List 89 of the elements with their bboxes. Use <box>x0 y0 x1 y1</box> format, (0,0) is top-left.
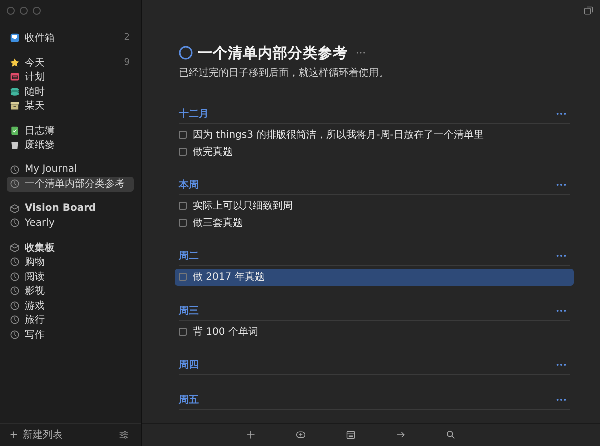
book-icon <box>10 126 20 136</box>
sidebar-item[interactable]: 写作 <box>7 328 134 342</box>
checkbox[interactable] <box>179 218 187 227</box>
sidebar-item[interactable]: 某天 <box>7 99 134 114</box>
cube-icon <box>10 204 20 214</box>
item-count: 9 <box>124 58 130 68</box>
sidebar-item-label: My Journal <box>25 164 78 176</box>
project-title: 一个清单内部分类参考 <box>198 44 348 62</box>
more-icon[interactable] <box>356 51 366 55</box>
section-heading: 周五 <box>179 394 199 407</box>
sidebar-item[interactable]: 购物 <box>7 255 134 270</box>
trash-icon <box>10 140 20 150</box>
windows-icon[interactable] <box>584 6 594 16</box>
section-heading: 十二月 <box>179 108 209 121</box>
sidebar-item-label: Yearly <box>25 218 55 229</box>
sidebar-item[interactable]: Vision Board <box>7 202 134 216</box>
todo-item[interactable]: 做完真题 <box>175 144 574 160</box>
todo-item[interactable]: 做 2017 年真题 <box>175 269 574 286</box>
project-note: 已经过完的日子移到后面，就这样循环着使用。 <box>179 66 390 80</box>
checkbox[interactable] <box>179 328 187 336</box>
sidebar-item-label: 废纸篓 <box>25 138 55 152</box>
sidebar-item[interactable]: 日志簿 <box>7 124 134 138</box>
section-heading: 本周 <box>179 178 199 192</box>
todo-item[interactable]: 做三套真题 <box>175 214 574 231</box>
sidebar-item[interactable]: 随时 <box>7 84 134 99</box>
todo-text: 做 2017 年真题 <box>193 270 265 284</box>
sidebar-item[interactable]: Yearly <box>7 216 134 230</box>
sidebar-item-label: 随时 <box>25 86 45 99</box>
settings-icon[interactable] <box>119 430 129 440</box>
plus-icon[interactable] <box>246 430 256 440</box>
sidebar-item[interactable]: 游戏 <box>7 298 134 313</box>
sidebar-item-label: 旅行 <box>25 314 45 328</box>
cube-icon <box>10 242 20 253</box>
more-icon[interactable] <box>556 398 567 402</box>
add-heading-icon[interactable] <box>296 430 306 440</box>
item-count: 2 <box>124 33 130 44</box>
todo-item[interactable]: 因为 things3 的排版很简洁，所以我将月-周-日放在了一个清单里 <box>175 127 574 144</box>
sidebar-item-label: 今天 <box>25 56 45 70</box>
checkbox[interactable] <box>179 131 187 140</box>
new-list-button[interactable]: 新建列表 <box>10 428 63 442</box>
checkbox[interactable] <box>179 148 187 156</box>
todo-text: 因为 things3 的排版很简洁，所以我将月-周-日放在了一个清单里 <box>193 128 484 142</box>
todo-item[interactable]: 实际上可以只细致到周 <box>175 198 574 214</box>
section-heading: 周四 <box>179 359 199 372</box>
more-icon[interactable] <box>556 363 567 367</box>
todo-text: 做完真题 <box>193 146 233 159</box>
sidebar-item-label: 影视 <box>25 284 45 298</box>
layers-icon <box>10 86 20 97</box>
sidebar-item-label: 日志簿 <box>25 124 55 138</box>
sidebar-item-label: 收集板 <box>25 242 55 255</box>
star-icon <box>10 58 20 68</box>
sidebar-item-label: 写作 <box>25 328 45 342</box>
todo-text: 做三套真题 <box>193 216 243 230</box>
sidebar-item[interactable]: 今天 9 <box>7 56 134 70</box>
sidebar-item[interactable]: 收集板 <box>7 240 134 255</box>
checkbox[interactable] <box>179 273 187 282</box>
search-icon[interactable] <box>446 430 456 440</box>
sidebar-item[interactable]: 计划 <box>7 70 134 84</box>
sidebar-item[interactable]: 废纸篓 <box>7 138 134 152</box>
sidebar-item[interactable]: My Journal <box>7 162 134 177</box>
sidebar-item[interactable]: 阅读 <box>7 270 134 284</box>
checkbox[interactable] <box>179 202 187 210</box>
plus-icon <box>10 431 18 439</box>
todo-text: 背 100 个单词 <box>193 326 258 339</box>
more-icon[interactable] <box>556 308 567 312</box>
tray-icon <box>10 33 20 44</box>
sidebar-item-label: 购物 <box>25 256 45 270</box>
section-heading: 周二 <box>179 250 199 263</box>
box-icon <box>10 101 20 112</box>
more-icon[interactable] <box>556 183 567 187</box>
sidebar-item-label: 收件箱 <box>25 32 55 46</box>
calendar-icon[interactable] <box>346 430 356 440</box>
sidebar-item-label: Vision Board <box>25 203 96 214</box>
section-heading: 周三 <box>179 304 199 318</box>
sidebar-item[interactable]: 一个清单内部分类参考 <box>7 177 134 192</box>
sidebar-item-label: 游戏 <box>25 300 45 313</box>
sidebar-item[interactable]: 旅行 <box>7 313 134 328</box>
calendar-icon <box>10 72 20 82</box>
sidebar-item[interactable]: 影视 <box>7 284 134 298</box>
sidebar-item-label: 阅读 <box>25 270 45 284</box>
sidebar-item-label: 某天 <box>25 100 45 114</box>
sidebar-item-label: 计划 <box>25 70 45 84</box>
sidebar-item-label: 一个清单内部分类参考 <box>25 178 125 192</box>
sidebar-item[interactable]: 收件箱 2 <box>7 31 134 46</box>
more-icon[interactable] <box>556 254 567 258</box>
arrow-icon[interactable] <box>396 430 406 440</box>
todo-item[interactable]: 背 100 个单词 <box>175 324 574 340</box>
todo-text: 实际上可以只细致到周 <box>193 200 293 214</box>
more-icon[interactable] <box>556 112 567 116</box>
